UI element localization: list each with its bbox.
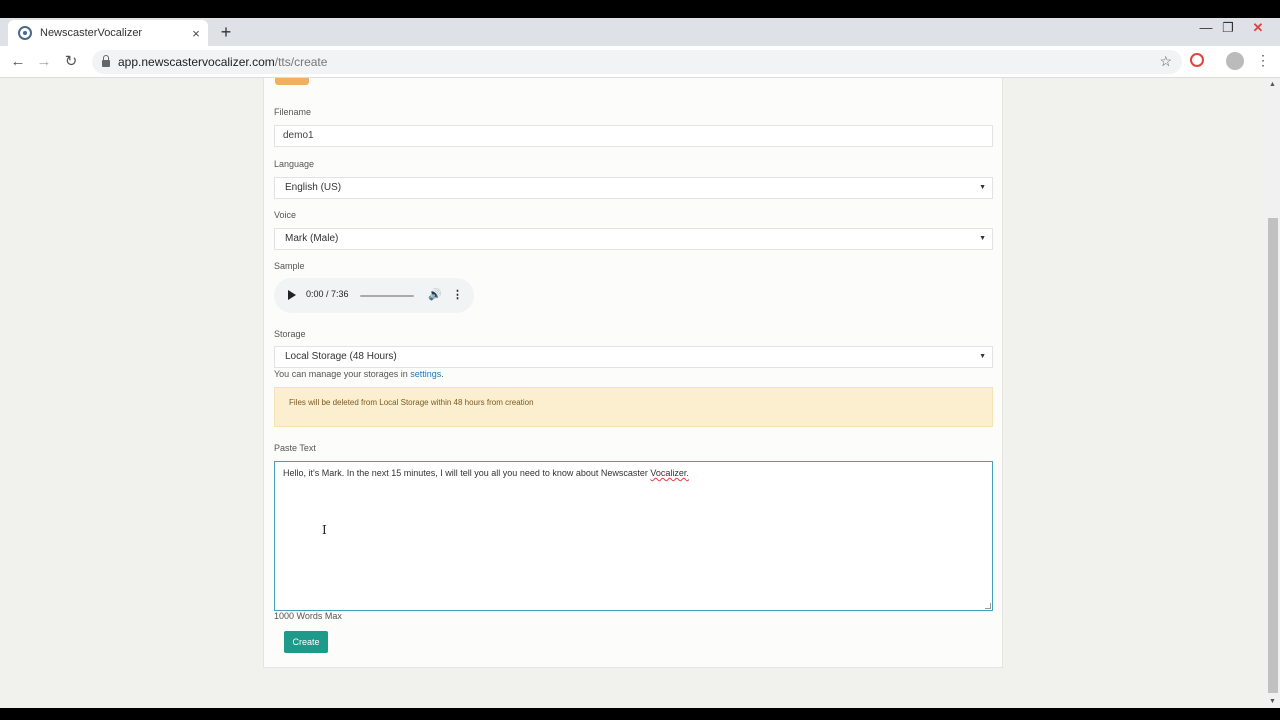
misspelled-word: Vocalizer.: [650, 468, 689, 478]
storage-warning-alert: Files will be deleted from Local Storage…: [274, 387, 993, 427]
create-button[interactable]: Create: [284, 631, 328, 653]
audio-progress-slider[interactable]: [360, 295, 414, 297]
voice-value: Mark (Male): [285, 233, 339, 244]
chevron-down-icon: ▼: [979, 353, 986, 360]
storage-value: Local Storage (48 Hours): [285, 351, 397, 362]
play-icon[interactable]: [288, 290, 296, 300]
bookmark-star-icon[interactable]: ☆: [1159, 53, 1172, 70]
filename-input[interactable]: demo1: [274, 125, 993, 147]
url-path: /tts/create: [274, 55, 328, 69]
browser-menu-icon[interactable]: ⋮: [1256, 52, 1270, 69]
audio-time: 0:00 / 7:36: [306, 289, 349, 299]
language-select[interactable]: English (US) ▼: [274, 177, 993, 199]
close-window-button[interactable]: ✕: [1244, 20, 1272, 36]
browser-toolbar: ← → ↻ app.newscastervocalizer.com/tts/cr…: [0, 46, 1280, 78]
new-tab-button[interactable]: +: [216, 22, 236, 42]
tab-title: NewscasterVocalizer: [40, 27, 143, 39]
create-tts-card: Filename demo1 Language English (US) ▼ V…: [263, 78, 1003, 668]
forward-button[interactable]: →: [34, 52, 54, 72]
tab-strip: NewscasterVocalizer × + — ❐ ✕: [0, 18, 1280, 46]
filename-label: Filename: [274, 107, 312, 117]
scroll-up-icon[interactable]: ▲: [1269, 81, 1276, 88]
settings-link[interactable]: settings: [410, 369, 441, 379]
storage-help-text: You can manage your storages in settings…: [274, 369, 444, 379]
scroll-thumb[interactable]: [1268, 218, 1278, 693]
language-label: Language: [274, 159, 315, 169]
text-cursor-icon: I: [322, 523, 327, 537]
word-limit-note: 1000 Words Max: [274, 611, 342, 621]
maximize-button[interactable]: ❐: [1214, 20, 1242, 36]
paste-text-area[interactable]: Hello, it's Mark. In the next 15 minutes…: [274, 461, 993, 611]
paste-text-content: Hello, it's Mark. In the next 15 minutes…: [283, 468, 651, 478]
paste-text-label: Paste Text: [274, 443, 316, 453]
storage-select[interactable]: Local Storage (48 Hours) ▼: [274, 346, 993, 368]
site-favicon-icon: [18, 26, 32, 40]
sample-label: Sample: [274, 261, 305, 271]
storage-help-prefix: You can manage your storages in: [274, 369, 411, 379]
lock-icon: [102, 55, 110, 67]
back-badge[interactable]: [275, 78, 309, 85]
page-scrollbar[interactable]: ▲ ▼: [1266, 78, 1280, 708]
chevron-down-icon: ▼: [979, 184, 986, 191]
extension-icon[interactable]: [1190, 53, 1204, 67]
reload-button[interactable]: ↻: [61, 52, 81, 72]
voice-select[interactable]: Mark (Male) ▼: [274, 228, 993, 250]
page-viewport: Filename demo1 Language English (US) ▼ V…: [0, 78, 1266, 708]
storage-help-suffix: .: [441, 369, 444, 379]
scroll-down-icon[interactable]: ▼: [1269, 698, 1276, 705]
more-options-icon[interactable]: ⋮: [452, 288, 463, 301]
sample-audio-player: 0:00 / 7:36 🔊 ⋮: [274, 278, 474, 313]
back-button[interactable]: ←: [8, 52, 28, 72]
storage-label: Storage: [274, 329, 306, 339]
profile-avatar-icon[interactable]: [1226, 52, 1244, 70]
chevron-down-icon: ▼: [979, 235, 986, 242]
close-tab-icon[interactable]: ×: [184, 26, 208, 41]
volume-icon[interactable]: 🔊: [428, 288, 442, 301]
language-value: English (US): [285, 182, 342, 193]
url-host: app.newscastervocalizer.com: [118, 55, 275, 69]
address-bar[interactable]: app.newscastervocalizer.com/tts/create ☆: [92, 50, 1182, 74]
browser-window: NewscasterVocalizer × + — ❐ ✕ ← → ↻ app.…: [0, 18, 1280, 708]
browser-tab[interactable]: NewscasterVocalizer ×: [8, 20, 208, 46]
voice-label: Voice: [274, 210, 297, 220]
resize-handle[interactable]: [985, 603, 991, 609]
